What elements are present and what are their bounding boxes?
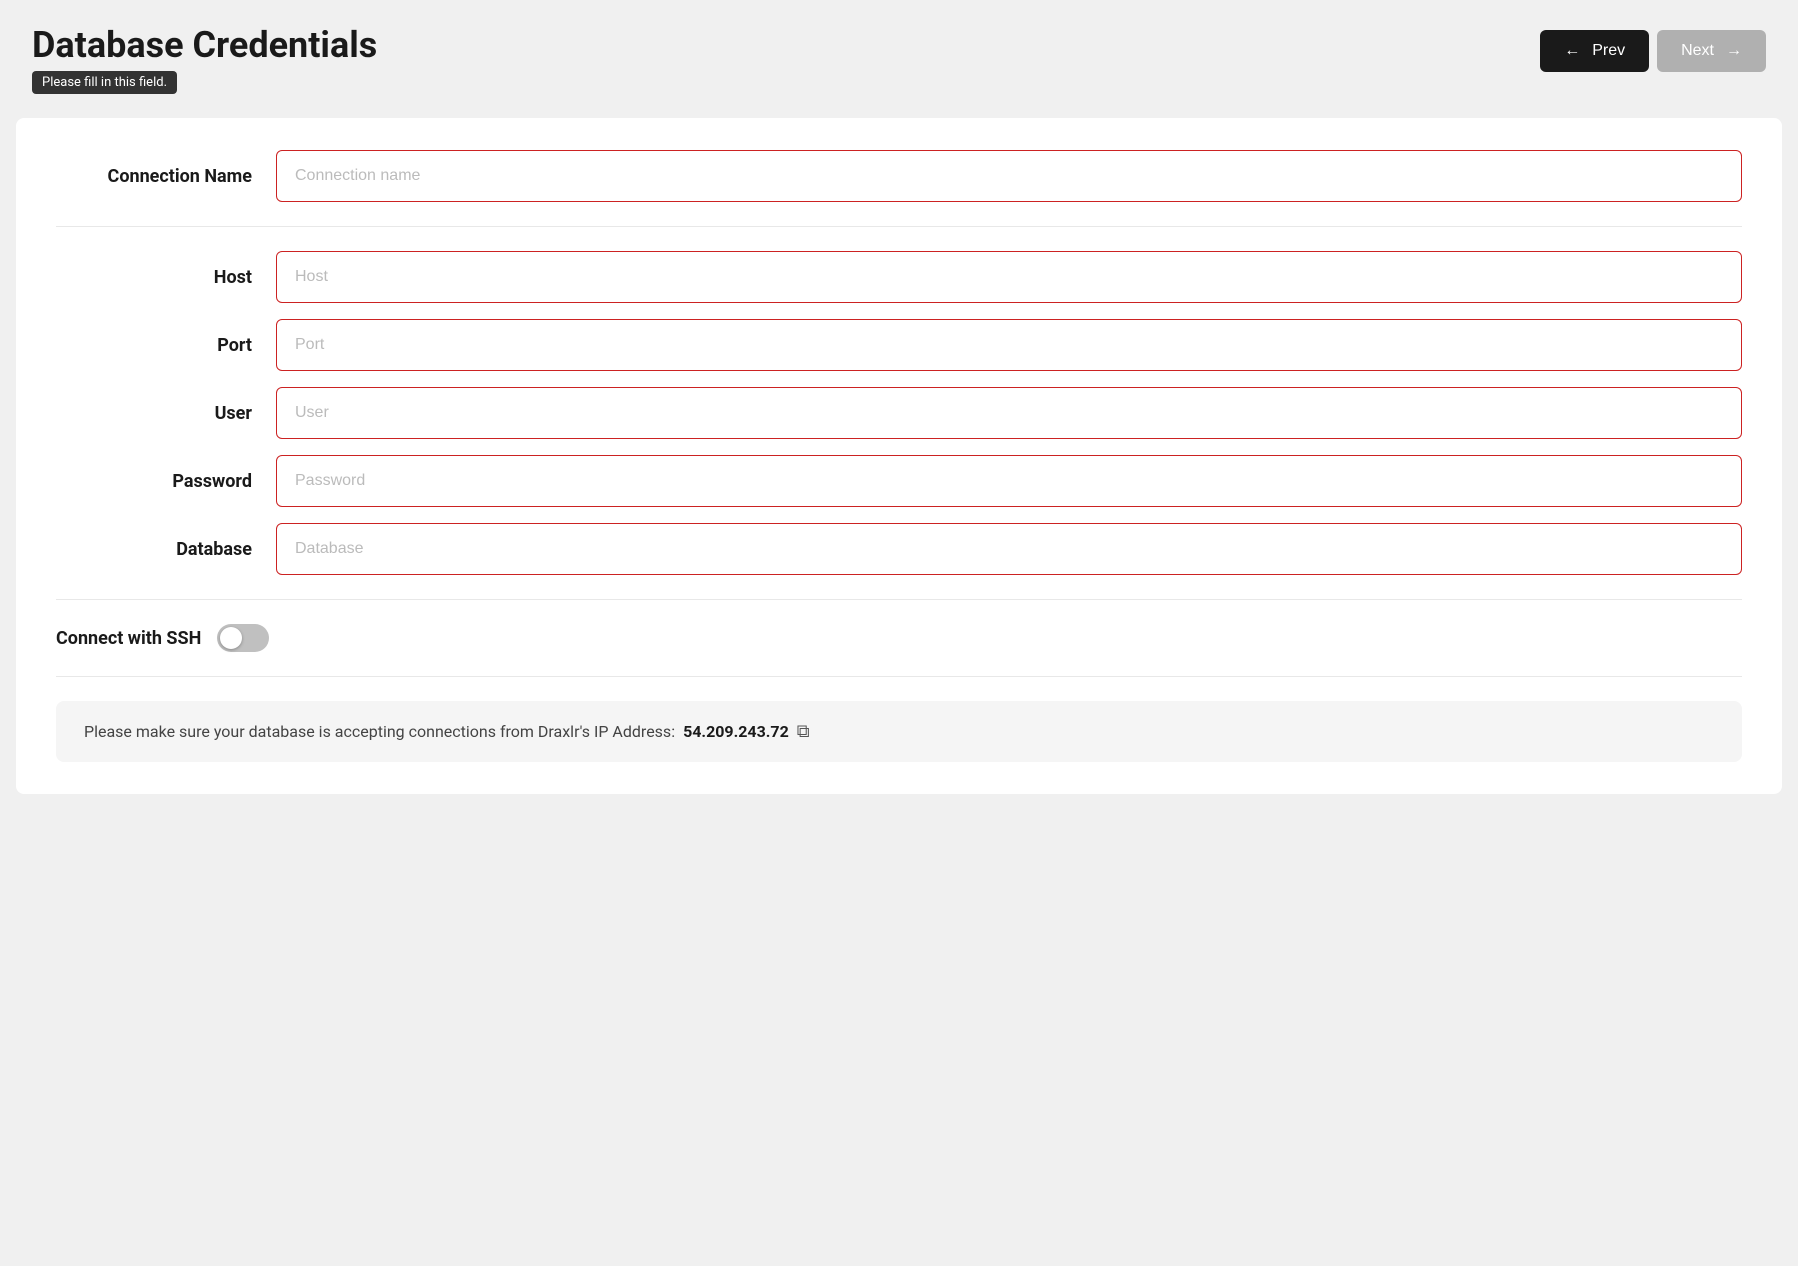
prev-arrow-icon <box>1564 42 1584 60</box>
connection-name-section: Connection Name <box>56 150 1742 227</box>
database-input[interactable] <box>276 523 1742 575</box>
info-box: Please make sure your database is accept… <box>56 701 1742 762</box>
page-wrapper: Database Credentials Please fill in this… <box>0 0 1798 1266</box>
ssh-label: Connect with SSH <box>56 628 201 649</box>
next-button[interactable]: Next <box>1657 30 1766 72</box>
ssh-section: Connect with SSH <box>56 624 1742 677</box>
user-label: User <box>56 403 276 424</box>
db-credentials-section: Host Port User Password Database <box>56 251 1742 600</box>
host-input[interactable] <box>276 251 1742 303</box>
database-label: Database <box>56 539 276 560</box>
port-row: Port <box>56 319 1742 371</box>
host-label: Host <box>56 267 276 288</box>
ip-address: 54.209.243.72 <box>683 722 789 741</box>
header-actions: Prev Next <box>1540 30 1766 72</box>
port-input[interactable] <box>276 319 1742 371</box>
toggle-thumb <box>220 627 242 649</box>
validation-tooltip: Please fill in this field. <box>32 71 177 94</box>
prev-label: Prev <box>1592 42 1625 60</box>
page-title: Database Credentials <box>32 24 377 67</box>
prev-button[interactable]: Prev <box>1540 30 1649 72</box>
info-box-text: Please make sure your database is accept… <box>84 722 675 741</box>
copy-icon[interactable]: ⧉ <box>797 721 810 742</box>
next-arrow-icon <box>1722 42 1742 60</box>
next-label: Next <box>1681 42 1714 60</box>
connection-name-row: Connection Name <box>56 150 1742 202</box>
host-row: Host <box>56 251 1742 303</box>
user-row: User <box>56 387 1742 439</box>
header-left: Database Credentials Please fill in this… <box>32 24 377 94</box>
main-content: Connection Name Host Port User P <box>16 118 1782 794</box>
password-input[interactable] <box>276 455 1742 507</box>
database-row: Database <box>56 523 1742 575</box>
password-label: Password <box>56 471 276 492</box>
connection-name-label: Connection Name <box>56 166 276 187</box>
ssh-row: Connect with SSH <box>56 624 1742 652</box>
port-label: Port <box>56 335 276 356</box>
connection-name-input[interactable] <box>276 150 1742 202</box>
password-row: Password <box>56 455 1742 507</box>
user-input[interactable] <box>276 387 1742 439</box>
ssh-toggle[interactable] <box>217 624 269 652</box>
header: Database Credentials Please fill in this… <box>0 0 1798 110</box>
toggle-track <box>217 624 269 652</box>
